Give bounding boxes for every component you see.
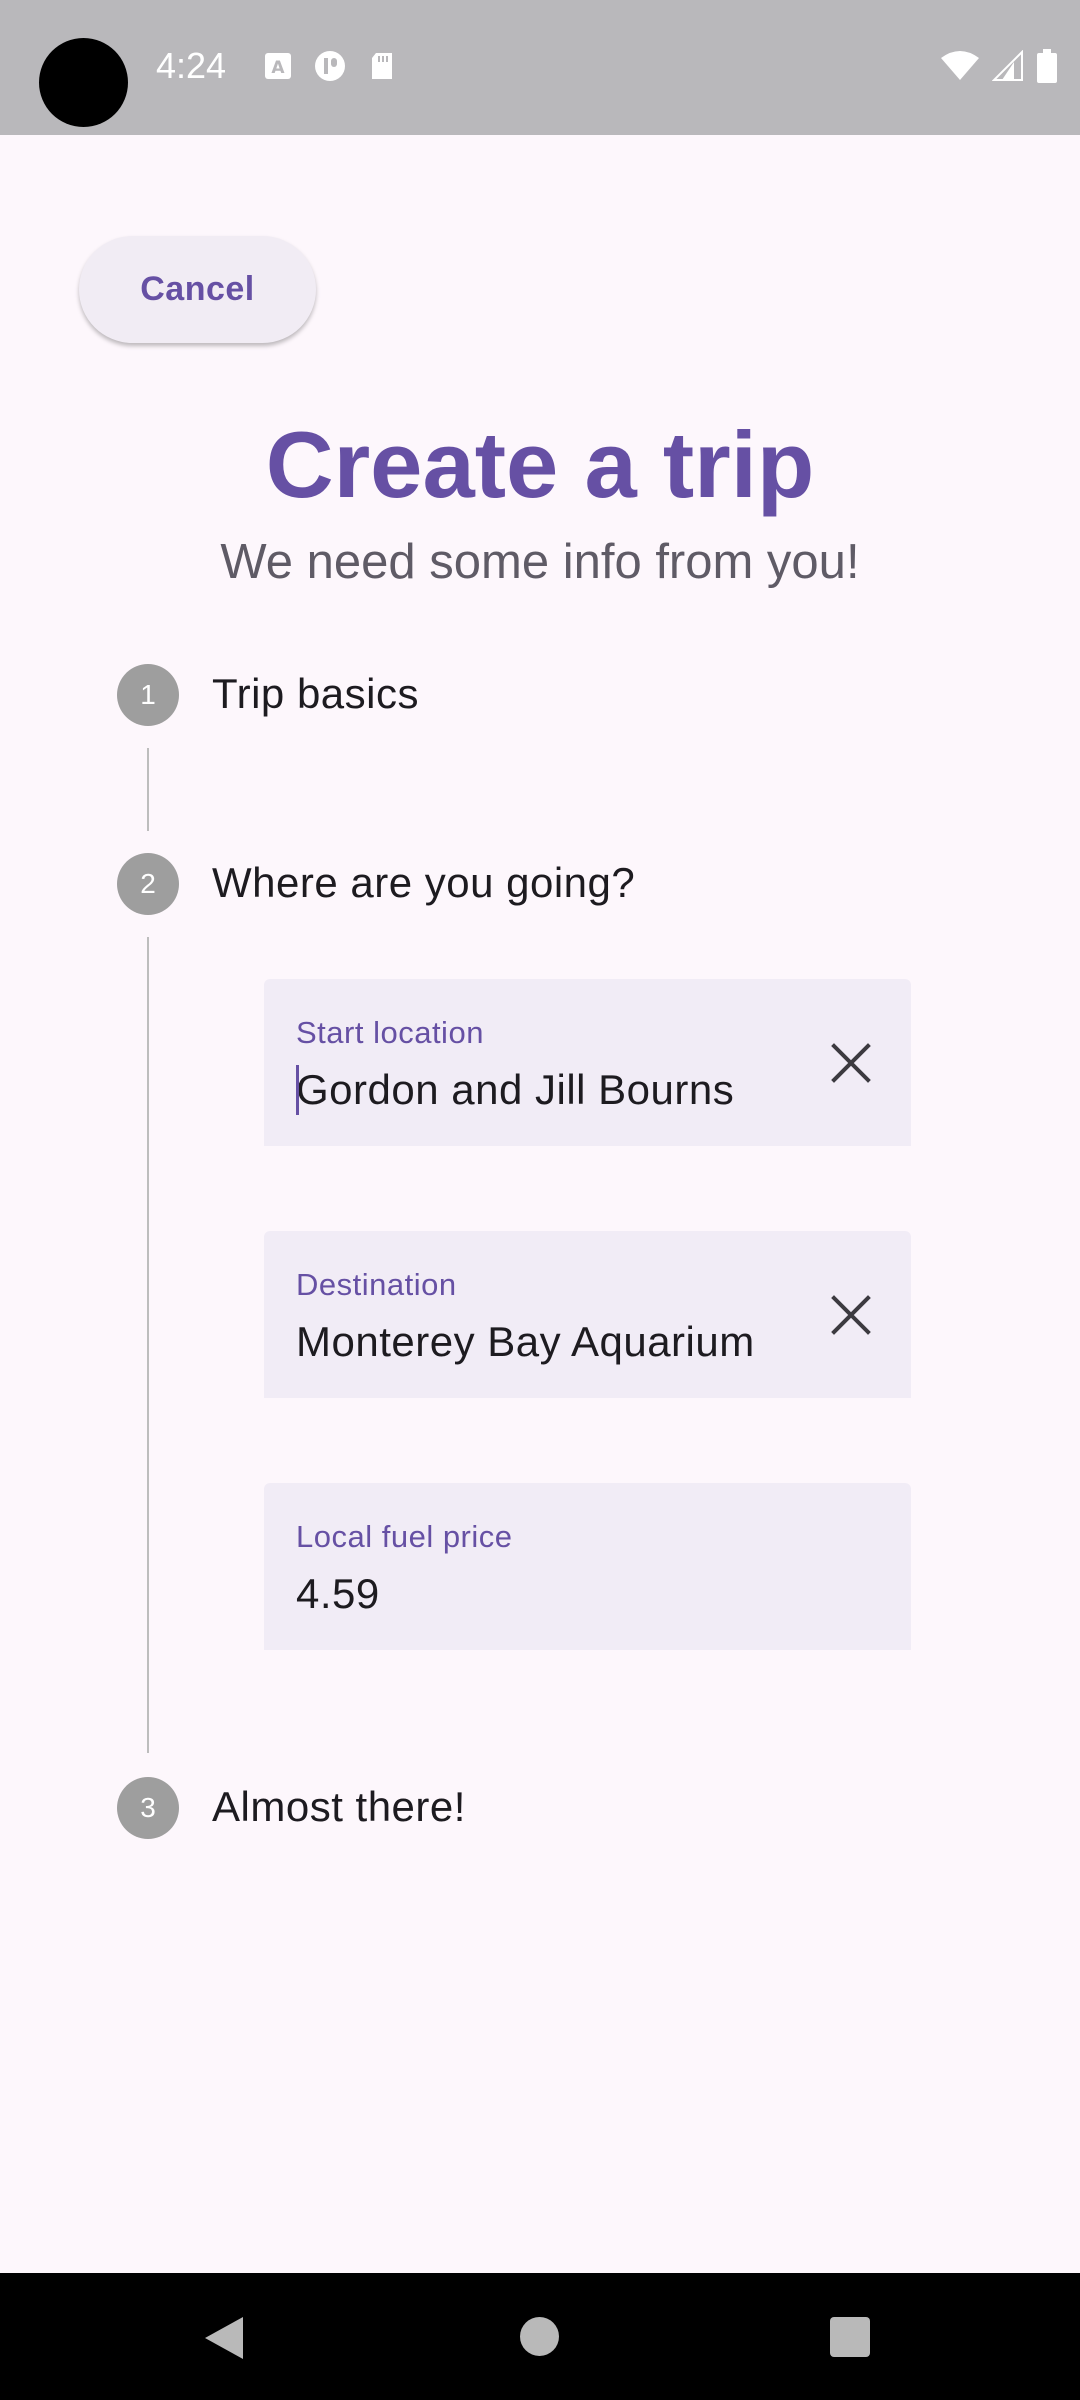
destination-label: Destination xyxy=(296,1267,457,1302)
p-circle-icon xyxy=(315,51,345,81)
recents-icon[interactable] xyxy=(830,2317,870,2357)
step-3-title[interactable]: Almost there! xyxy=(212,1779,466,1835)
sd-card-icon xyxy=(372,53,392,79)
step-2-title[interactable]: Where are you going? xyxy=(212,855,635,911)
close-icon xyxy=(831,1295,871,1335)
fuel-price-input[interactable]: 4.59 xyxy=(296,1567,756,1621)
wifi-icon xyxy=(941,51,979,80)
step-1-indicator[interactable]: 1 xyxy=(117,664,179,726)
home-icon[interactable] xyxy=(520,2317,559,2356)
battery-icon xyxy=(1037,49,1057,83)
camera-cutout xyxy=(39,38,128,127)
svg-text:A: A xyxy=(271,58,285,78)
step-content-line xyxy=(147,937,149,1753)
destination-input[interactable]: Monterey Bay Aquarium xyxy=(296,1315,756,1369)
fuel-price-field[interactable]: Local fuel price 4.59 xyxy=(264,1483,911,1650)
step-3-indicator[interactable]: 3 xyxy=(117,1777,179,1839)
clear-start-location-button[interactable] xyxy=(821,1033,881,1093)
system-icons xyxy=(940,49,1058,83)
back-icon[interactable] xyxy=(203,2315,245,2361)
status-time: 4:24 xyxy=(156,45,227,86)
a-box-icon: A xyxy=(265,53,291,79)
cancel-button[interactable]: Cancel xyxy=(79,236,316,343)
step-1-title[interactable]: Trip basics xyxy=(212,666,419,722)
page-title: Create a trip xyxy=(265,412,815,517)
start-location-label: Start location xyxy=(296,1015,484,1050)
start-location-input[interactable]: Gordon and Jill Bourns xyxy=(296,1063,756,1117)
step-2-indicator[interactable]: 2 xyxy=(117,853,179,915)
page-subtitle: We need some info from you! xyxy=(220,535,860,589)
destination-field[interactable]: Destination Monterey Bay Aquarium xyxy=(264,1231,911,1398)
cell-signal-icon xyxy=(992,50,1023,81)
notification-icons: A xyxy=(262,50,398,82)
fuel-price-label: Local fuel price xyxy=(296,1519,513,1554)
start-location-field[interactable]: Start location Gordon and Jill Bourns xyxy=(264,979,911,1146)
text-cursor xyxy=(296,1065,299,1115)
clear-destination-button[interactable] xyxy=(821,1285,881,1345)
step-connector xyxy=(147,748,149,831)
status-bar: 4:24 A xyxy=(0,0,1080,135)
close-icon xyxy=(831,1043,871,1083)
navigation-bar xyxy=(0,2273,1080,2400)
